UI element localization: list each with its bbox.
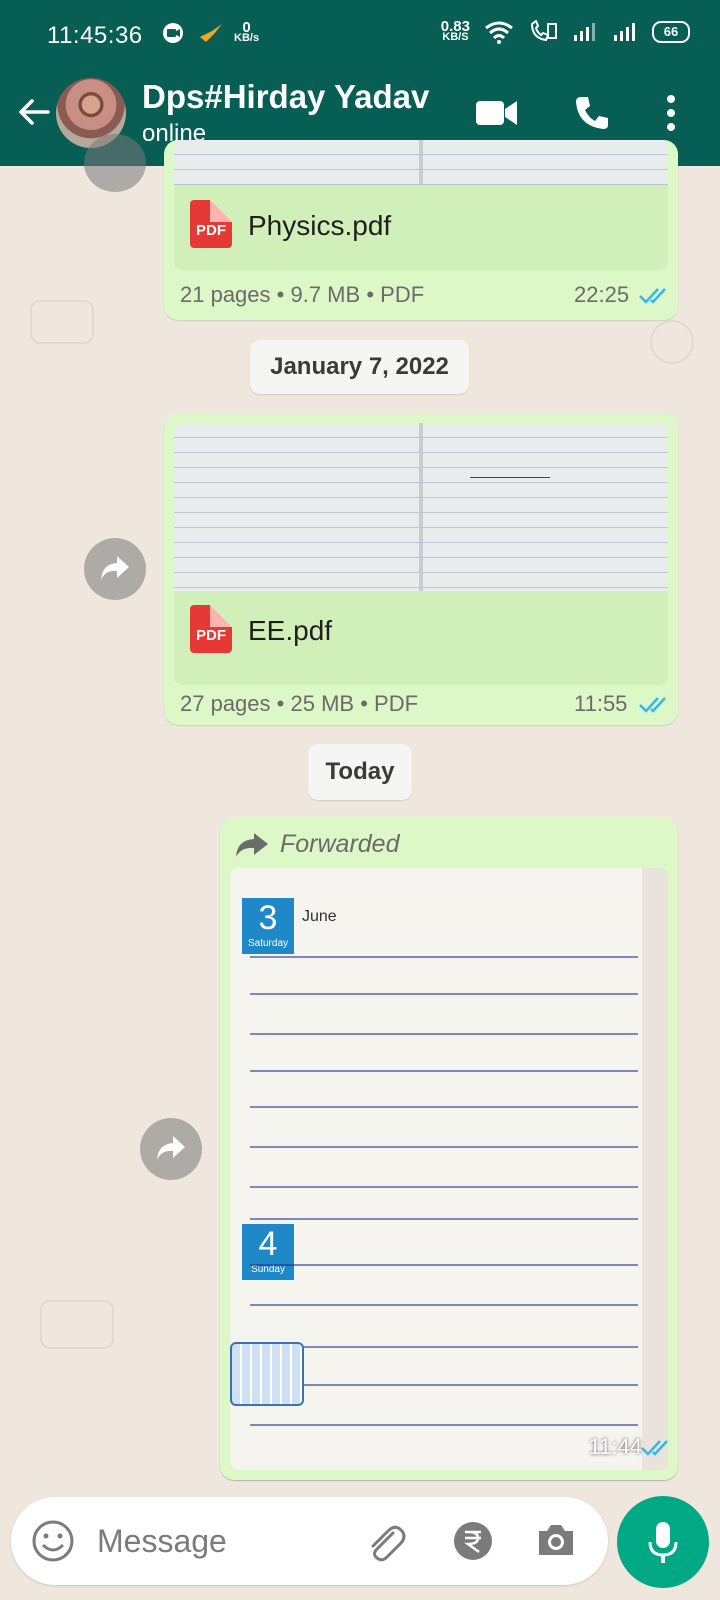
read-receipt-icon (639, 697, 666, 713)
document-card[interactable]: PDF EE.pdf (174, 423, 668, 685)
payment-rupee-icon[interactable] (451, 1519, 495, 1563)
camera-icon[interactable] (535, 1521, 577, 1559)
meta-separator: • (360, 691, 368, 716)
calendar-day-box: 4 Sunday (242, 1224, 294, 1280)
document-type: PDF (374, 691, 419, 716)
meta-separator: • (276, 282, 285, 307)
calendar-day-number: 3 (258, 899, 278, 937)
battery-indicator: 66 (652, 21, 690, 43)
handwriting-line (250, 1218, 638, 1220)
share-arrow-icon (157, 1136, 185, 1160)
message-time: 11:44 (588, 1434, 642, 1459)
attach-icon[interactable] (363, 1519, 407, 1563)
handwriting-line (250, 1346, 638, 1348)
video-call-icon[interactable] (475, 98, 519, 128)
calendar-day-box: 3 Saturday (242, 898, 294, 954)
message-composer: Message (11, 1497, 608, 1585)
read-receipt-icon (641, 1440, 668, 1456)
status-time: 11:45:36 (47, 22, 143, 49)
document-pages: 21 pages (180, 282, 271, 307)
document-size: 9.7 MB (290, 282, 361, 307)
document-file-name: Physics.pdf (248, 210, 392, 241)
forwarded-photo[interactable]: 3 Saturday June 4 Sunday 11:44 (230, 868, 668, 1470)
document-file-name: EE.pdf (248, 615, 333, 646)
handwriting-line (250, 1033, 638, 1035)
document-meta: 21 pages • 9.7 MB • PDF (180, 282, 424, 308)
document-meta: 27 pages • 25 MB • PDF (180, 691, 418, 717)
wallpaper-doodle (650, 320, 694, 364)
voice-message-button[interactable] (617, 1496, 709, 1588)
signal-2-icon (614, 23, 635, 41)
date-separator: Today (308, 744, 412, 800)
message-forwarded-photo-body[interactable]: Forwarded 3 Saturday June 4 Sunday 11:44 (220, 818, 678, 1480)
calendar-weekday: Saturday (247, 938, 289, 949)
document-size: 25 MB (290, 691, 355, 716)
document-card[interactable]: PDF Physics.pdf (174, 140, 668, 270)
share-arrow-icon (101, 556, 129, 580)
photo-page-edge (641, 868, 668, 1470)
volte-call-icon (530, 20, 557, 42)
forwarded-icon (236, 833, 268, 857)
handwriting-line (250, 1304, 638, 1306)
voice-call-icon[interactable] (573, 94, 611, 132)
message-time: 22:25 (574, 282, 630, 307)
handwriting-line (250, 1186, 638, 1188)
pdf-file-icon: PDF (190, 200, 232, 248)
document-type: PDF (380, 282, 425, 307)
handwriting-line (250, 1070, 638, 1072)
wallpaper-doodle (30, 300, 94, 344)
handwriting-line (250, 1384, 638, 1386)
message-document-ee[interactable]: PDF EE.pdf 27 pages • 25 MB • PDF 11:55 (164, 413, 678, 725)
calendar-day-number: 4 (258, 1225, 278, 1263)
message-document-physics[interactable]: PDF Physics.pdf 21 pages • 9.7 MB • PDF … (164, 140, 678, 320)
handwriting-line (250, 993, 638, 995)
status-bar: 11:45:36 0 KB/s 0.83 KB/S 66 (0, 0, 720, 70)
meta-separator: • (276, 691, 285, 716)
handwriting-line (250, 1146, 638, 1148)
handwriting-line (250, 1264, 638, 1266)
forward-button[interactable] (84, 134, 146, 192)
app-notification-icon (200, 24, 222, 42)
message-input[interactable]: Message (97, 1523, 227, 1560)
wallpaper-doodle (40, 1300, 114, 1349)
forwarded-label: Forwarded (280, 830, 400, 858)
microphone-icon (648, 1522, 678, 1563)
document-preview (174, 140, 668, 185)
network-speed-2: 0.83 KB/S (440, 18, 470, 43)
calendar-illustration (230, 1342, 304, 1406)
preview-handwriting (470, 457, 550, 478)
calendar-month: June (302, 908, 337, 925)
wifi-icon (485, 21, 513, 44)
signal-1-icon (574, 23, 595, 41)
handwriting-line (250, 1106, 638, 1108)
date-separator: January 7, 2022 (250, 340, 469, 394)
read-receipt-icon (639, 288, 666, 304)
document-preview (174, 423, 668, 591)
network-speed-1: 0 KB/s (234, 19, 260, 44)
more-options-icon[interactable] (666, 94, 676, 132)
video-call-notification-icon (163, 23, 183, 43)
forward-button[interactable] (84, 538, 146, 600)
message-time: 11:55 (574, 691, 628, 716)
contact-name[interactable]: Dps#Hirday Yadav (142, 78, 429, 116)
handwriting-line (250, 1424, 638, 1426)
emoji-icon[interactable] (31, 1519, 75, 1563)
document-pages: 27 pages (180, 691, 271, 716)
pdf-file-icon: PDF (190, 605, 232, 653)
forward-button[interactable] (140, 1118, 202, 1180)
handwriting-line (250, 956, 638, 958)
meta-separator: • (366, 282, 375, 307)
back-arrow-icon[interactable] (14, 92, 54, 132)
